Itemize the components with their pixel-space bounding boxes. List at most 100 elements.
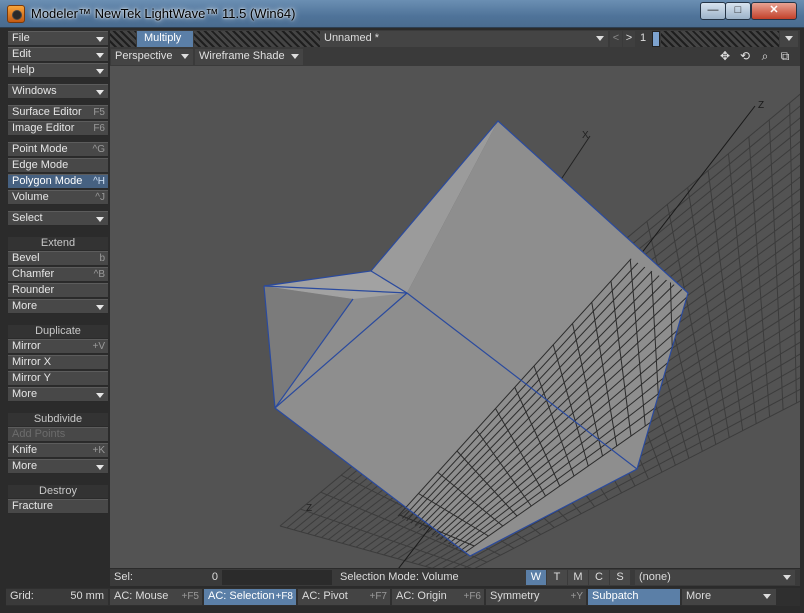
tmap-button[interactable]: T bbox=[547, 570, 567, 585]
menu-edit[interactable]: Edit bbox=[8, 47, 108, 62]
image-editor-button[interactable]: Image Editor F6 bbox=[8, 121, 108, 136]
zoom-icon[interactable]: ⌕ bbox=[756, 49, 774, 65]
symmetry-label: Symmetry bbox=[490, 590, 540, 602]
more-label: More bbox=[12, 388, 38, 400]
extend-heading: Extend bbox=[8, 237, 108, 250]
point-mode-button[interactable]: Point Mode ^G bbox=[8, 142, 108, 157]
wmap-button[interactable]: W bbox=[526, 570, 546, 585]
polygon-mode-label: Polygon Mode bbox=[12, 175, 83, 187]
tab-multiply[interactable]: Multiply bbox=[137, 31, 193, 47]
mirror-x-label: Mirror X bbox=[12, 356, 52, 368]
shortcut-label: F5 bbox=[93, 107, 105, 118]
surface-editor-button[interactable]: Surface Editor F5 bbox=[8, 105, 108, 120]
select-dropdown[interactable]: Select bbox=[8, 211, 108, 226]
selection-label: Sel: bbox=[114, 571, 133, 583]
shortcut-label: ^J bbox=[95, 192, 105, 203]
ac-pivot-label: AC: Pivot bbox=[302, 590, 348, 602]
add-points-label: Add Points bbox=[12, 428, 66, 440]
symmetry-button[interactable]: Symmetry +Y bbox=[486, 589, 586, 605]
viewport-header: Perspective Wireframe Shade ✥ ⟲ ⌕ ⧉ bbox=[110, 48, 800, 66]
viewport-canvas[interactable]: Z Z X bbox=[110, 66, 800, 568]
layer-next-button[interactable]: > bbox=[623, 31, 635, 47]
subdivide-more-dropdown[interactable]: More bbox=[8, 459, 108, 474]
chevron-down-icon bbox=[96, 465, 104, 470]
duplicate-heading: Duplicate bbox=[8, 325, 108, 338]
chevron-down-icon bbox=[96, 53, 104, 58]
vertex-map-dropdown[interactable]: (none) bbox=[635, 570, 795, 585]
maximize-button[interactable]: □ bbox=[725, 2, 751, 20]
edge-mode-button[interactable]: Edge Mode bbox=[8, 158, 108, 173]
layer-1-toggle[interactable] bbox=[652, 31, 660, 47]
render-style-dropdown[interactable]: Wireframe Shade bbox=[195, 49, 303, 65]
image-editor-label: Image Editor bbox=[12, 122, 75, 134]
volume-mode-button[interactable]: Volume ^J bbox=[8, 190, 108, 205]
mirror-button[interactable]: Mirror +V bbox=[8, 339, 108, 354]
object-dropdown[interactable]: Unnamed * bbox=[320, 31, 608, 47]
layer-prev-button[interactable]: < bbox=[610, 31, 622, 47]
duplicate-more-dropdown[interactable]: More bbox=[8, 387, 108, 402]
grid-size: Grid: 50 mm bbox=[6, 589, 108, 605]
mirror-y-button[interactable]: Mirror Y bbox=[8, 371, 108, 386]
mmap-button[interactable]: M bbox=[568, 570, 588, 585]
object-name: Unnamed * bbox=[324, 32, 380, 44]
chevron-down-icon bbox=[96, 69, 104, 74]
shortcut-label: ^B bbox=[93, 269, 105, 280]
rounder-button[interactable]: Rounder bbox=[8, 283, 108, 298]
fracture-button[interactable]: Fracture bbox=[8, 499, 108, 514]
layer-dropdown[interactable] bbox=[780, 31, 798, 47]
smap-button[interactable]: S bbox=[610, 570, 630, 585]
chamfer-button[interactable]: Chamfer ^B bbox=[8, 267, 108, 282]
menu-help[interactable]: Help bbox=[8, 63, 108, 78]
menu-windows[interactable]: Windows bbox=[8, 84, 108, 99]
info-bar: Sel: 0 Selection Mode: Volume W T M C S … bbox=[110, 569, 800, 586]
chevron-down-icon bbox=[181, 54, 189, 59]
view-type-dropdown[interactable]: Perspective bbox=[111, 49, 193, 65]
window-title: Modeler™ NewTek LightWave™ 11.5 (Win64) bbox=[31, 6, 296, 21]
rounder-label: Rounder bbox=[12, 284, 55, 296]
tool-panel: File Edit Help Windows Surface Editor F5 … bbox=[6, 30, 108, 586]
rotate-icon[interactable]: ⟲ bbox=[736, 49, 754, 65]
ac-pivot-button[interactable]: AC: Pivot +F7 bbox=[298, 589, 390, 605]
layer-number: 1 bbox=[640, 32, 647, 44]
select-label: Select bbox=[12, 212, 43, 224]
mesh-object[interactable] bbox=[263, 120, 689, 557]
menu-edit-label: Edit bbox=[12, 48, 31, 60]
shortcut-label: ^G bbox=[92, 144, 105, 155]
chevron-down-icon bbox=[96, 217, 104, 222]
shortcut-label: +F7 bbox=[369, 591, 387, 602]
more-label: More bbox=[12, 300, 38, 312]
knife-button[interactable]: Knife +K bbox=[8, 443, 108, 458]
maximize-icon[interactable]: ⧉ bbox=[776, 49, 794, 65]
ac-mouse-button[interactable]: AC: Mouse +F5 bbox=[110, 589, 202, 605]
tab-strip-filler bbox=[194, 31, 320, 47]
ac-mouse-label: AC: Mouse bbox=[114, 590, 169, 602]
chevron-down-icon bbox=[291, 54, 299, 59]
chevron-down-icon bbox=[96, 37, 104, 42]
layer-strip[interactable] bbox=[661, 31, 779, 47]
chevron-down-icon bbox=[96, 305, 104, 310]
chevron-down-icon bbox=[596, 36, 604, 41]
bottom-more-dropdown[interactable]: More bbox=[682, 589, 776, 605]
grid-label: Grid: bbox=[10, 590, 34, 602]
mirror-x-button[interactable]: Mirror X bbox=[8, 355, 108, 370]
ac-selection-button[interactable]: AC: Selection +F8 bbox=[204, 589, 296, 605]
lightwave-app-icon[interactable] bbox=[7, 5, 25, 23]
move-icon[interactable]: ✥ bbox=[716, 49, 734, 65]
extend-more-dropdown[interactable]: More bbox=[8, 299, 108, 314]
ac-origin-button[interactable]: AC: Origin +F6 bbox=[392, 589, 484, 605]
close-button[interactable]: ✕ bbox=[751, 2, 797, 20]
chevron-down-icon bbox=[96, 90, 104, 95]
polygon-mode-button[interactable]: Polygon Mode ^H bbox=[8, 174, 108, 189]
add-points-button[interactable]: Add Points bbox=[8, 427, 108, 442]
mirror-y-label: Mirror Y bbox=[12, 372, 51, 384]
grid-value: 50 mm bbox=[70, 590, 104, 602]
cmap-button[interactable]: C bbox=[589, 570, 609, 585]
subpatch-button[interactable]: Subpatch bbox=[588, 589, 680, 605]
menu-file[interactable]: File bbox=[8, 31, 108, 46]
minimize-button[interactable]: — bbox=[700, 2, 726, 20]
perspective-viewport[interactable]: Perspective Wireframe Shade ✥ ⟲ ⌕ ⧉ Z Z … bbox=[110, 48, 800, 568]
render-style-label: Wireframe Shade bbox=[199, 50, 285, 62]
ac-selection-label: AC: Selection bbox=[208, 590, 275, 602]
more-label: More bbox=[12, 460, 38, 472]
bevel-button[interactable]: Bevel b bbox=[8, 251, 108, 266]
